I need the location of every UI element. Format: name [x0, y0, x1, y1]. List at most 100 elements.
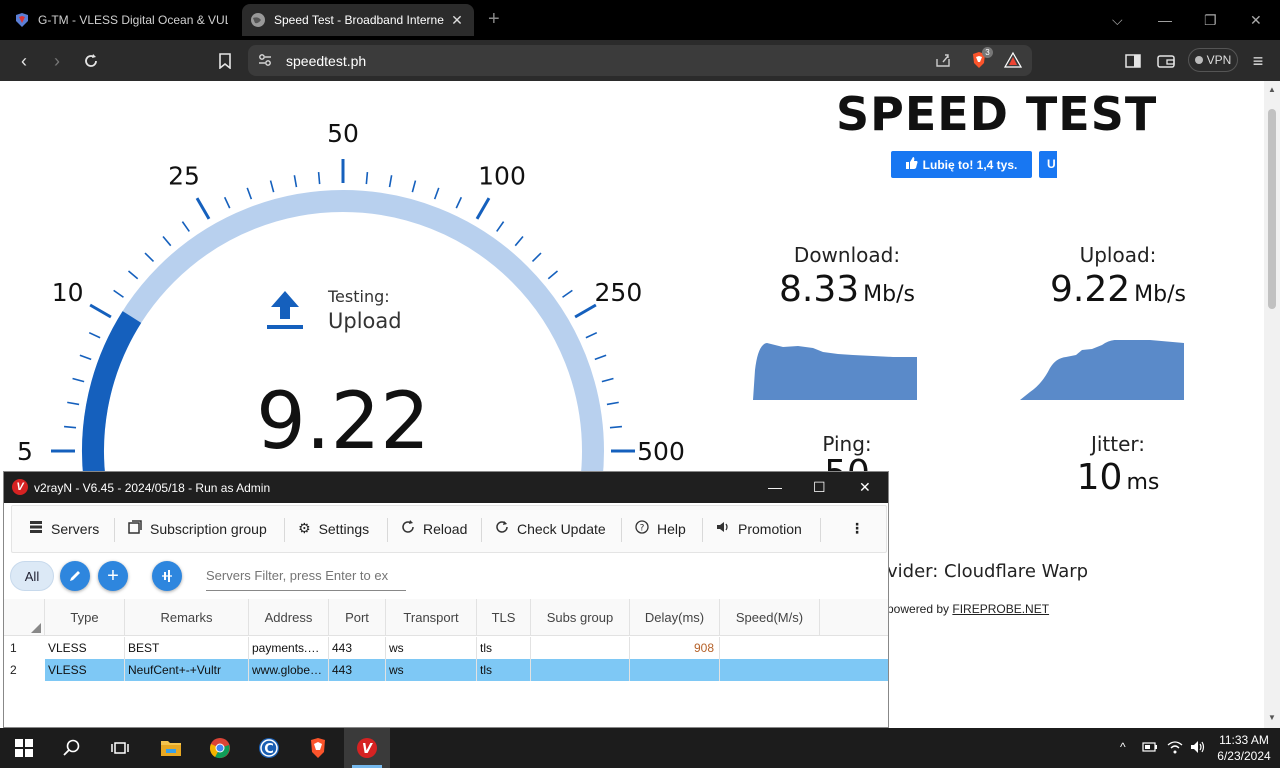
table-row[interactable]: 1 VLESS BEST payments.… 443 ws tls 908: [4, 637, 888, 659]
speed-test-icon[interactable]: [152, 561, 182, 591]
gauge-minor-tick: [433, 187, 440, 200]
page-scrollbar[interactable]: ▲ ▼: [1264, 81, 1280, 728]
menu-label: Promotion: [738, 520, 802, 537]
servers-filter-input[interactable]: [206, 561, 406, 591]
wifi-icon[interactable]: [1167, 740, 1183, 759]
vpn-button[interactable]: VPN: [1188, 48, 1238, 72]
address-bar[interactable]: speedtest.ph 3: [248, 45, 1032, 76]
column-header-address[interactable]: Address: [249, 599, 329, 636]
column-header-delay[interactable]: Delay(ms): [630, 599, 720, 636]
v2rayn-logo-icon: V: [12, 479, 28, 495]
table-row-selected[interactable]: 2 VLESS NeufCent+-+Vultr www.globe… 443 …: [4, 659, 888, 681]
select-all-corner[interactable]: [4, 599, 45, 636]
scrollbar-thumb[interactable]: [1268, 109, 1276, 309]
menu-servers[interactable]: Servers: [29, 520, 99, 537]
ccleaner-icon[interactable]: C: [255, 734, 283, 762]
scroll-up-arrow-icon[interactable]: ▲: [1268, 85, 1276, 94]
tab-title: G-TM - VLESS Digital Ocean & VULTR: [38, 13, 228, 27]
menu-settings[interactable]: ⚙ Settings: [298, 520, 369, 537]
clock-date: 6/23/2024: [1217, 749, 1271, 763]
restore-button[interactable]: ❐: [1204, 10, 1217, 30]
fireprobe-link[interactable]: FIREPROBE.NET: [952, 602, 1049, 616]
bookmark-icon[interactable]: [213, 49, 237, 73]
battery-icon[interactable]: [1142, 740, 1158, 759]
tab-speed-test[interactable]: Speed Test - Broadband Internet ✕: [242, 4, 474, 36]
menu-divider: [387, 518, 388, 542]
testing-phase: Upload: [328, 309, 402, 333]
wallet-icon[interactable]: [1154, 49, 1178, 73]
scroll-down-arrow-icon[interactable]: ▼: [1268, 713, 1276, 722]
column-header-transport[interactable]: Transport: [386, 599, 477, 636]
upload-label: Upload:: [1079, 243, 1157, 267]
tab-search-chevron-icon[interactable]: ⌵: [1112, 10, 1123, 30]
v2rayn-maximize-button[interactable]: ☐: [813, 478, 826, 496]
edit-server-button[interactable]: [60, 561, 90, 591]
cell-tls: tls: [477, 659, 531, 681]
menu-label: Reload: [423, 520, 468, 537]
menu-help[interactable]: ? Help: [635, 520, 686, 537]
gauge-tick-label: 500: [637, 437, 685, 466]
v2rayn-close-button[interactable]: ✕: [859, 478, 871, 496]
gauge-tick-label: 100: [478, 162, 526, 191]
file-explorer-icon[interactable]: [157, 734, 185, 762]
gauge-minor-tick: [63, 425, 77, 429]
tab-close-icon[interactable]: ✕: [448, 11, 466, 29]
gauge-tick-label: 5: [17, 437, 33, 466]
volume-icon[interactable]: [1190, 740, 1206, 759]
site-settings-icon[interactable]: [258, 53, 272, 72]
gauge-minor-tick: [388, 175, 393, 188]
v2rayn-taskbar-icon[interactable]: V: [353, 734, 381, 762]
gauge-minor-tick: [455, 196, 463, 209]
svg-text:C: C: [264, 742, 274, 757]
menu-divider: [820, 518, 821, 542]
menu-divider: [114, 518, 115, 542]
gauge-speed-value: 9.22: [256, 377, 430, 467]
search-icon[interactable]: [58, 734, 86, 762]
tray-overflow-chevron-icon[interactable]: ^: [1120, 740, 1126, 754]
tab-gtm-vless[interactable]: G-TM - VLESS Digital Ocean & VULTR: [6, 4, 236, 36]
task-view-icon[interactable]: [106, 734, 134, 762]
column-header-type[interactable]: Type: [45, 599, 125, 636]
menu-label: Servers: [51, 520, 100, 537]
cell-delay: 908: [630, 637, 720, 659]
menu-label: Subscription group: [150, 520, 267, 537]
back-button[interactable]: ‹: [12, 49, 36, 73]
menu-check-update[interactable]: Check Update: [495, 520, 606, 537]
column-header-remarks[interactable]: Remarks: [125, 599, 249, 636]
facebook-share-button[interactable]: U: [1039, 151, 1057, 178]
menu-reload[interactable]: Reload: [401, 520, 467, 537]
column-header-port[interactable]: Port: [329, 599, 386, 636]
close-window-button[interactable]: ✕: [1250, 10, 1262, 30]
browser-toolbar: ‹ › speedtest.ph 3 VPN ≡: [0, 40, 1280, 81]
reload-icon: [401, 520, 415, 537]
sidebar-toggle-icon[interactable]: [1121, 49, 1145, 73]
add-server-button[interactable]: +: [98, 561, 128, 591]
column-header-tls[interactable]: TLS: [477, 599, 531, 636]
share-icon[interactable]: [935, 52, 951, 73]
facebook-like-button[interactable]: Lubię to! 1,4 tys.: [891, 151, 1032, 178]
brave-browser-icon[interactable]: [304, 734, 332, 762]
column-header-subs-group[interactable]: Subs group: [531, 599, 630, 636]
column-header-speed[interactable]: Speed(M/s): [720, 599, 820, 636]
minimize-button[interactable]: —: [1158, 10, 1172, 30]
reload-button[interactable]: [79, 49, 103, 73]
clock[interactable]: 11:33 AM 6/23/2024: [1212, 732, 1276, 764]
svg-text:?: ?: [640, 524, 645, 534]
v2rayn-titlebar[interactable]: V v2rayN - V6.45 - 2024/05/18 - Run as A…: [4, 472, 888, 503]
brave-rewards-icon[interactable]: [1003, 51, 1023, 74]
filter-all-button[interactable]: All: [10, 561, 54, 591]
forward-button[interactable]: ›: [45, 49, 69, 73]
new-tab-button[interactable]: +: [488, 9, 500, 29]
windows-start-icon[interactable]: [10, 734, 38, 762]
more-options-icon[interactable]: ⋮: [850, 520, 864, 537]
like-count-label: Lubię to! 1,4 tys.: [922, 157, 1018, 172]
gauge-minor-tick: [162, 235, 172, 247]
chrome-icon[interactable]: [206, 734, 234, 762]
jitter-number: 10: [1076, 457, 1123, 498]
v2rayn-minimize-button[interactable]: —: [768, 478, 782, 496]
menu-promotion[interactable]: Promotion: [716, 520, 802, 537]
v2rayn-menubar: Servers Subscription group ⚙ Settings Re…: [11, 505, 887, 553]
menu-subscription-group[interactable]: Subscription group: [128, 520, 267, 537]
menu-hamburger-icon[interactable]: ≡: [1246, 49, 1270, 73]
v2rayn-window: V v2rayN - V6.45 - 2024/05/18 - Run as A…: [3, 471, 889, 728]
